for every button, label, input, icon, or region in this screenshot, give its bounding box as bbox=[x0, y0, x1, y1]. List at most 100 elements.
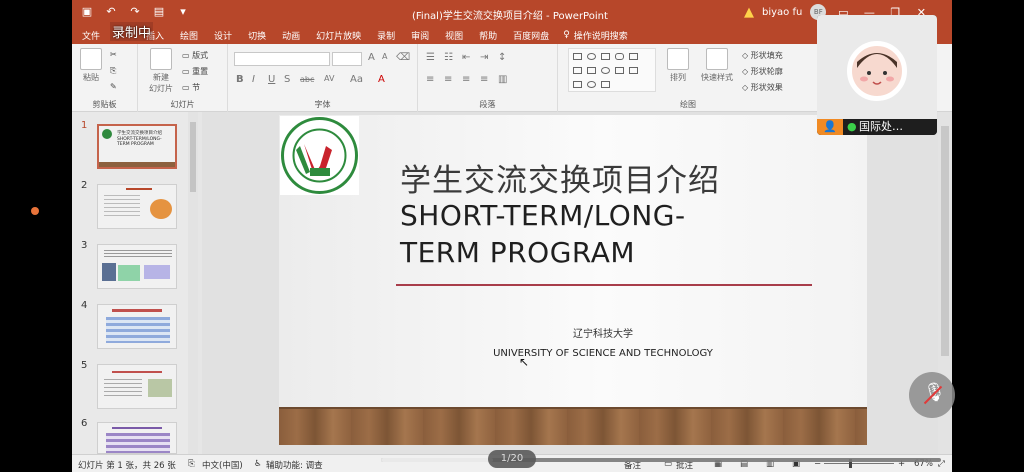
bullets-icon[interactable]: ☰ bbox=[426, 52, 435, 63]
line-spacing-icon[interactable]: ↕ bbox=[498, 52, 506, 63]
spellcheck-icon[interactable]: ⎘ bbox=[188, 459, 195, 469]
thumbnail-preview bbox=[97, 364, 177, 409]
accessibility-status[interactable]: 辅助功能: 调查 bbox=[266, 459, 323, 471]
language-indicator[interactable]: 中文(中国) bbox=[202, 459, 243, 471]
curve-shape-icon[interactable] bbox=[573, 81, 582, 88]
zoom-slider[interactable] bbox=[824, 463, 894, 464]
tab-view[interactable]: 视图 bbox=[437, 29, 471, 42]
tab-design[interactable]: 设计 bbox=[206, 29, 240, 42]
thumbnail-box-green bbox=[118, 265, 140, 281]
shrink-font-button[interactable]: A bbox=[382, 52, 387, 61]
rectangle-shape-icon[interactable] bbox=[573, 53, 582, 60]
thumbnail-box-purple bbox=[144, 265, 170, 279]
tab-animations[interactable]: 动画 bbox=[274, 29, 308, 42]
mute-button[interactable]: 🎙 bbox=[909, 372, 955, 418]
arrow-shape-icon[interactable] bbox=[587, 67, 596, 74]
tab-review[interactable]: 审阅 bbox=[403, 29, 437, 42]
participant-video-tile[interactable]: 👤 ● 国际处… bbox=[817, 15, 937, 135]
current-slide[interactable]: 学生交流交换项目介绍 SHORT-TERM/LONG-TERM PROGRAM … bbox=[279, 115, 867, 445]
star-shape-icon[interactable] bbox=[601, 67, 610, 74]
thumbnails-scrollbar[interactable] bbox=[188, 112, 198, 454]
font-color-button[interactable]: A bbox=[378, 74, 385, 85]
reset-label: 重置 bbox=[192, 67, 209, 76]
tab-draw[interactable]: 绘图 bbox=[172, 29, 206, 42]
align-center-icon[interactable]: ≡ bbox=[444, 74, 452, 85]
new-slide-button[interactable]: 新建 幻灯片 bbox=[146, 48, 176, 94]
accessibility-icon[interactable]: ♿ bbox=[254, 459, 262, 469]
columns-icon[interactable]: ▥ bbox=[498, 74, 507, 85]
change-case-button[interactable]: Aa bbox=[350, 74, 363, 85]
thumbnail-image bbox=[150, 199, 172, 219]
university-name-chinese[interactable]: 辽宁科技大学 bbox=[279, 325, 867, 340]
thumbnail-preview bbox=[97, 244, 177, 289]
logo-seal-icon bbox=[281, 117, 358, 194]
group-paragraph: ☰ ☷ ⇤ ⇥ ↕ ≡ ≡ ≡ ≡ ▥ 段落 bbox=[418, 44, 558, 112]
font-size-select[interactable] bbox=[332, 52, 362, 66]
char-spacing-button[interactable]: AV bbox=[324, 74, 334, 83]
university-name-english[interactable]: UNIVERSITY OF SCIENCE AND TECHNOLOGY bbox=[279, 348, 867, 359]
quick-styles-button[interactable]: 快速样式 bbox=[698, 48, 736, 83]
thumbnail-number: 5 bbox=[81, 360, 88, 371]
numbering-icon[interactable]: ☷ bbox=[444, 52, 453, 63]
shape-fill-button[interactable]: ◇ 形状填充 bbox=[742, 50, 783, 61]
reset-button[interactable]: ▭ 重置 bbox=[182, 66, 208, 77]
tell-me-search[interactable]: ♀ 操作说明搜索 bbox=[563, 29, 628, 42]
user-name[interactable]: biyao fu bbox=[762, 7, 802, 18]
warning-icon[interactable]: ▲ bbox=[744, 5, 754, 20]
grow-font-button[interactable]: A bbox=[368, 52, 375, 63]
thumbnail-subtitle: SHORT-TERM/LONG-TERM PROGRAM bbox=[117, 137, 162, 147]
oval-shape-icon[interactable] bbox=[587, 53, 596, 60]
clear-format-icon[interactable]: ⌫ bbox=[396, 52, 410, 63]
justify-icon[interactable]: ≡ bbox=[480, 74, 488, 85]
rounded-rect-shape-icon[interactable] bbox=[615, 53, 624, 60]
smiley-shape-icon[interactable] bbox=[587, 81, 596, 88]
shapes-gallery[interactable] bbox=[568, 48, 656, 92]
thumbnail-text-lines bbox=[104, 250, 172, 258]
customize-qat-icon[interactable]: ▾ bbox=[176, 5, 190, 19]
textbox-shape-icon[interactable] bbox=[601, 53, 610, 60]
save-icon[interactable]: ▣ bbox=[80, 5, 94, 19]
tab-slideshow[interactable]: 幻灯片放映 bbox=[308, 29, 369, 42]
undo-icon[interactable]: ↶ bbox=[104, 5, 118, 19]
tab-help[interactable]: 帮助 bbox=[471, 29, 505, 42]
font-group-label: 字体 bbox=[314, 100, 331, 109]
section-button[interactable]: ▭ 节 bbox=[182, 82, 200, 93]
tab-record[interactable]: 录制 bbox=[369, 29, 403, 42]
tab-file[interactable]: 文件 bbox=[72, 29, 106, 42]
tab-transitions[interactable]: 切换 bbox=[240, 29, 274, 42]
italic-button[interactable]: I bbox=[252, 74, 255, 85]
layout-button[interactable]: ▭ 版式 bbox=[182, 50, 208, 61]
decrease-indent-icon[interactable]: ⇤ bbox=[462, 52, 470, 63]
video-progress-bar[interactable] bbox=[381, 458, 941, 462]
format-painter-icon[interactable]: ✎ bbox=[110, 82, 117, 91]
bracket-shape-icon[interactable] bbox=[601, 81, 610, 88]
cut-icon[interactable]: ✂ bbox=[110, 50, 117, 59]
paste-button[interactable]: 粘贴 bbox=[78, 48, 104, 83]
shape-outline-button[interactable]: ◇ 形状轮廓 bbox=[742, 66, 783, 77]
font-name-select[interactable] bbox=[234, 52, 330, 66]
bold-button[interactable]: B bbox=[236, 74, 244, 85]
new-slide-label-2: 幻灯片 bbox=[149, 84, 173, 93]
arrange-button[interactable]: 排列 bbox=[664, 48, 692, 83]
redo-icon[interactable]: ↷ bbox=[128, 5, 142, 19]
slide-scroll-thumb[interactable] bbox=[941, 126, 949, 356]
thumbnails-scroll-thumb[interactable] bbox=[190, 122, 196, 192]
copy-icon[interactable]: ⎘ bbox=[110, 66, 116, 76]
present-icon[interactable]: ▤ bbox=[152, 5, 166, 19]
slide-counter: 幻灯片 第 1 张，共 26 张 bbox=[78, 461, 176, 471]
slide-title-english[interactable]: SHORT-TERM/LONG-TERM PROGRAM bbox=[400, 197, 760, 271]
increase-indent-icon[interactable]: ⇥ bbox=[480, 52, 488, 63]
shadow-button[interactable]: S bbox=[284, 74, 290, 85]
strikethrough-button[interactable]: abc bbox=[300, 75, 314, 84]
align-right-icon[interactable]: ≡ bbox=[462, 74, 470, 85]
brace-shape-icon[interactable] bbox=[615, 67, 624, 74]
callout-shape-icon[interactable] bbox=[629, 67, 638, 74]
shape-effects-button[interactable]: ◇ 形状效果 bbox=[742, 82, 783, 93]
slide-title-chinese[interactable]: 学生交流交换项目介绍 bbox=[400, 155, 720, 200]
align-left-icon[interactable]: ≡ bbox=[426, 74, 434, 85]
triangle-shape-icon[interactable] bbox=[573, 67, 582, 74]
thumbnail-preview bbox=[97, 304, 177, 349]
tab-baidu-netdisk[interactable]: 百度网盘 bbox=[505, 29, 557, 42]
line-shape-icon[interactable] bbox=[629, 53, 638, 60]
underline-button[interactable]: U bbox=[268, 74, 275, 85]
